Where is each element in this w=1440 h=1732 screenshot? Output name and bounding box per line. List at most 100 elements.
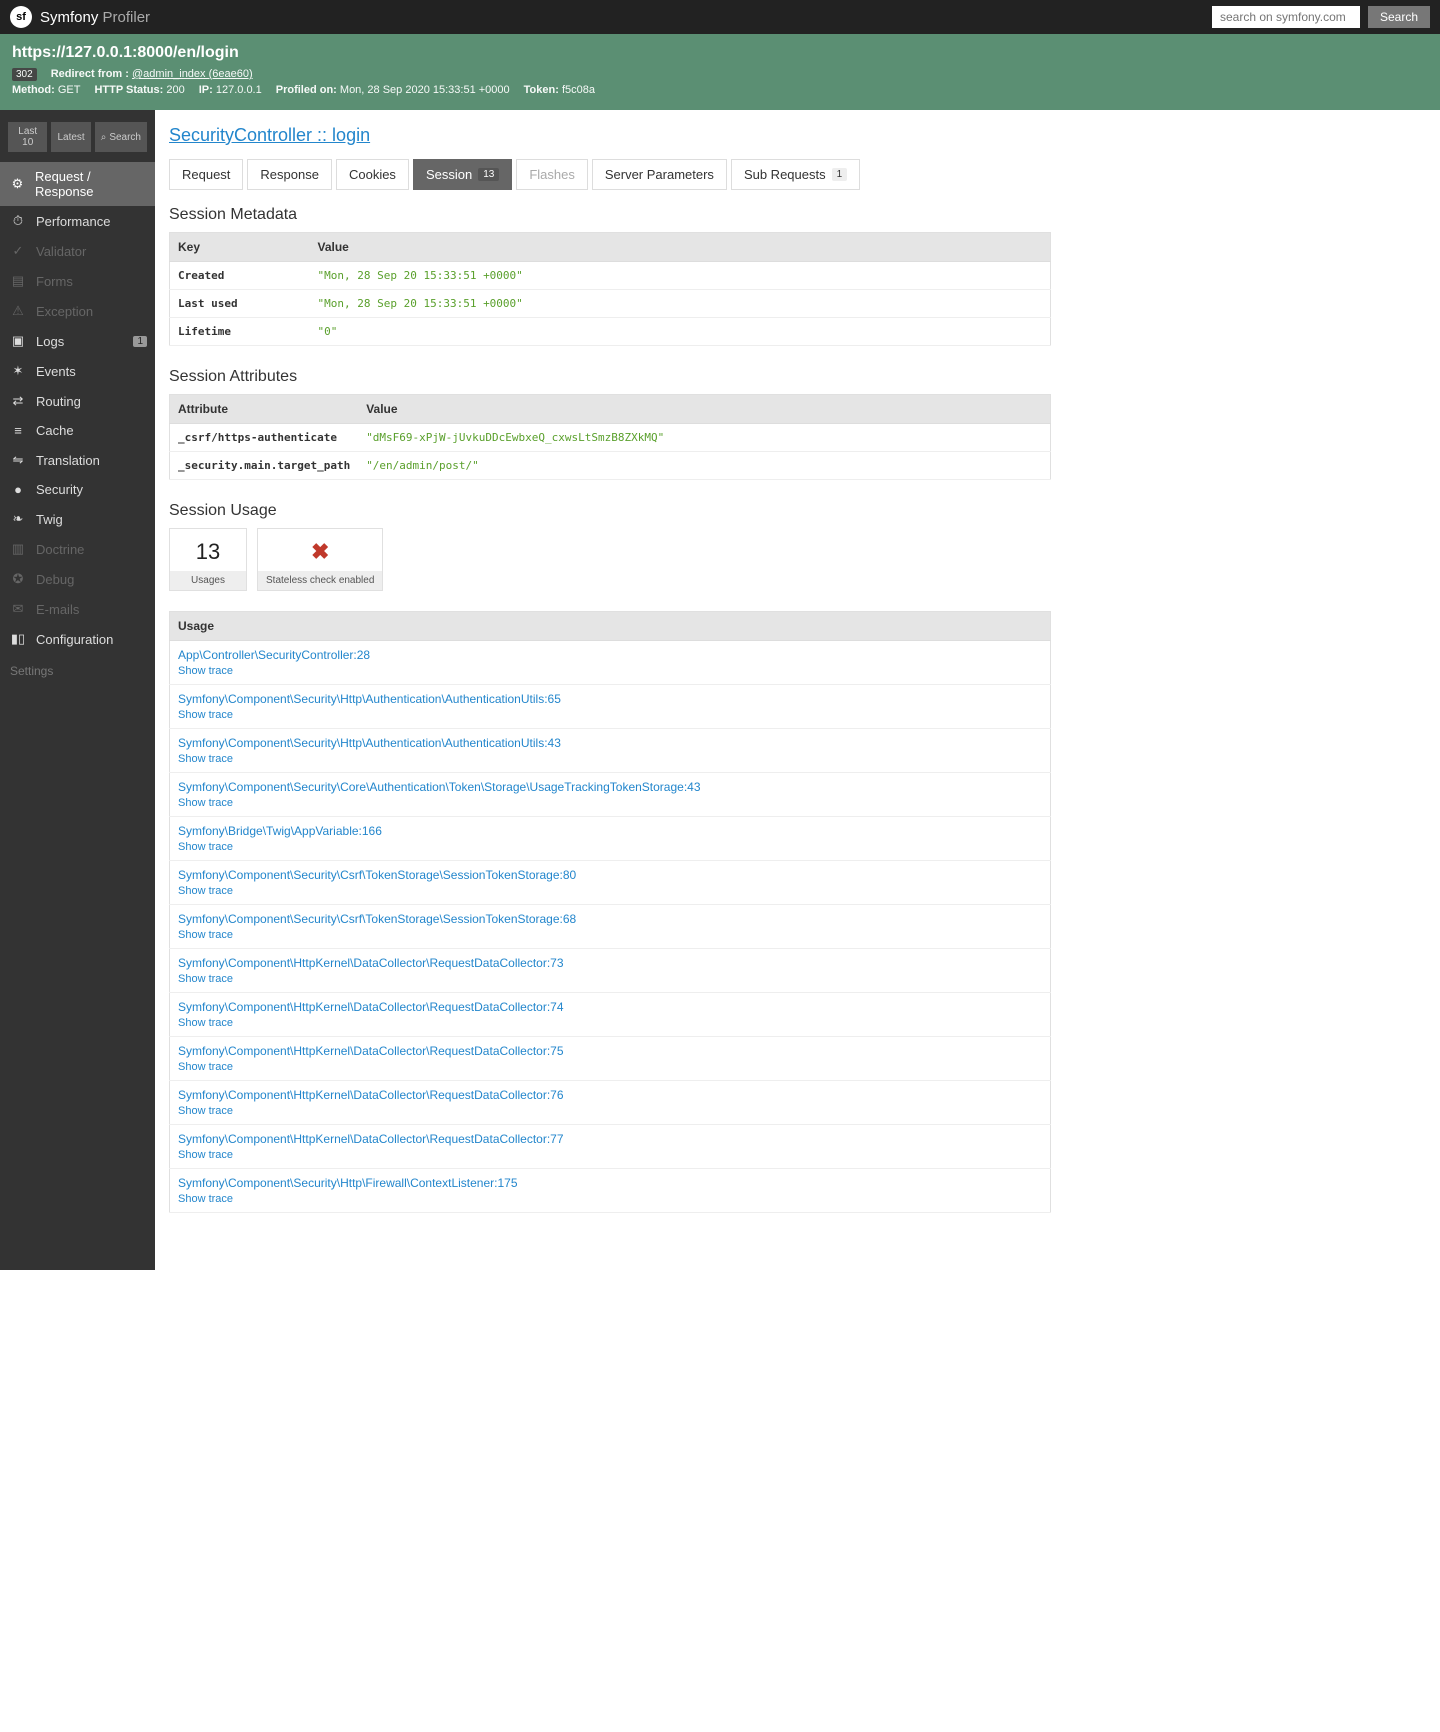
tab-label: Request (182, 167, 230, 182)
last10-button[interactable]: Last 10 (8, 122, 47, 152)
session-attributes-table: Attribute Value _csrf/https-authenticate… (169, 394, 1051, 480)
sidebar-item-doctrine: ▥Doctrine (0, 534, 155, 564)
menu-icon: ▣ (10, 333, 26, 349)
usage-location-link[interactable]: Symfony\Component\HttpKernel\DataCollect… (178, 1044, 564, 1058)
usage-row: Symfony\Component\Security\Http\Firewall… (170, 1169, 1051, 1213)
usage-location-link[interactable]: Symfony\Component\HttpKernel\DataCollect… (178, 1088, 564, 1102)
usage-location-link[interactable]: Symfony\Component\HttpKernel\DataCollect… (178, 956, 564, 970)
tab-label: Sub Requests (744, 167, 826, 182)
sidebar-search-button[interactable]: ⌕Search (95, 122, 147, 152)
tab-cookies[interactable]: Cookies (336, 159, 409, 190)
menu-label: Exception (36, 304, 93, 319)
tab-response[interactable]: Response (247, 159, 332, 190)
show-trace-link[interactable]: Show trace (178, 1149, 1042, 1161)
sidebar-item-events[interactable]: ✶Events (0, 356, 155, 386)
sidebar-item-request-response[interactable]: ⚙ Request / Response (0, 162, 155, 206)
metric-value: 13 (170, 529, 246, 571)
show-trace-link[interactable]: Show trace (178, 885, 1042, 897)
metric-card: ✖Stateless check enabled (257, 528, 383, 591)
section-heading: Session Attributes (169, 368, 1051, 386)
usage-row: Symfony\Component\Security\Csrf\TokenSto… (170, 905, 1051, 949)
main-content: SecurityController :: login Request Respo… (155, 110, 1075, 1270)
usage-location-link[interactable]: Symfony\Bridge\Twig\AppVariable:166 (178, 824, 382, 838)
usage-row: Symfony\Component\HttpKernel\DataCollect… (170, 949, 1051, 993)
show-trace-link[interactable]: Show trace (178, 1193, 1042, 1205)
usage-row: Symfony\Component\Security\Http\Authenti… (170, 685, 1051, 729)
row-value: "0" (310, 318, 1051, 346)
usage-row: Symfony\Component\HttpKernel\DataCollect… (170, 1125, 1051, 1169)
usage-location-link[interactable]: Symfony\Component\HttpKernel\DataCollect… (178, 1132, 564, 1146)
menu-label: Debug (36, 572, 74, 587)
menu-label: Routing (36, 394, 81, 409)
show-trace-link[interactable]: Show trace (178, 665, 1042, 677)
section-heading: Session Metadata (169, 206, 1051, 224)
sidebar-item-logs[interactable]: ▣Logs1 (0, 326, 155, 356)
usage-row: Symfony\Component\Security\Http\Authenti… (170, 729, 1051, 773)
row-key: Lifetime (170, 318, 310, 346)
tab-request[interactable]: Request (169, 159, 243, 190)
menu-icon: ✶ (10, 363, 26, 379)
session-usage-table: Usage App\Controller\SecurityController:… (169, 611, 1051, 1213)
tab-label: Server Parameters (605, 167, 714, 182)
show-trace-link[interactable]: Show trace (178, 973, 1042, 985)
tab-sub-requests[interactable]: Sub Requests 1 (731, 159, 860, 190)
show-trace-link[interactable]: Show trace (178, 841, 1042, 853)
menu-icon: ▮▯ (10, 631, 26, 647)
show-trace-link[interactable]: Show trace (178, 797, 1042, 809)
menu-label: Performance (36, 214, 110, 229)
sidebar-item-security[interactable]: ●Security (0, 475, 155, 504)
menu-label: Cache (36, 423, 74, 438)
usage-location-link[interactable]: App\Controller\SecurityController:28 (178, 648, 370, 662)
usage-location-link[interactable]: Symfony\Component\Security\Csrf\TokenSto… (178, 912, 576, 926)
usage-location-link[interactable]: Symfony\Component\Security\Http\Authenti… (178, 736, 561, 750)
usage-location-link[interactable]: Symfony\Component\Security\Http\Firewall… (178, 1176, 518, 1190)
tab-session[interactable]: Session13 (413, 159, 512, 190)
menu-icon: ⇋ (10, 452, 26, 468)
show-trace-link[interactable]: Show trace (178, 1061, 1042, 1073)
menu-label: Validator (36, 244, 86, 259)
sidebar-item-translation[interactable]: ⇋Translation (0, 445, 155, 475)
tab-flashes: Flashes (516, 159, 588, 190)
latest-button[interactable]: Latest (51, 122, 90, 152)
show-trace-link[interactable]: Show trace (178, 709, 1042, 721)
menu-icon: ≡ (10, 423, 26, 438)
usage-location-link[interactable]: Symfony\Component\Security\Csrf\TokenSto… (178, 868, 576, 882)
usage-location-link[interactable]: Symfony\Component\Security\Http\Authenti… (178, 692, 561, 706)
summary-url: https://127.0.0.1:8000/en/login (12, 44, 1428, 62)
sidebar-item-performance[interactable]: ⏱Performance (0, 206, 155, 236)
row-key: _csrf/https-authenticate (170, 424, 359, 452)
tab-label: Session (426, 167, 472, 182)
tab-server-parameters[interactable]: Server Parameters (592, 159, 727, 190)
magnifier-icon: ⌕ (101, 132, 107, 143)
usage-location-link[interactable]: Symfony\Component\Security\Core\Authenti… (178, 780, 701, 794)
show-trace-link[interactable]: Show trace (178, 1017, 1042, 1029)
cross-icon: ✖ (258, 529, 382, 571)
sidebar-item-debug: ✪Debug (0, 564, 155, 594)
search-input[interactable] (1212, 6, 1360, 28)
menu-label: Logs (36, 334, 64, 349)
redirect-link[interactable]: @admin_index (6eae60) (132, 68, 253, 80)
section-heading: Session Usage (169, 502, 1051, 520)
tab-label: Cookies (349, 167, 396, 182)
tab-badge: 1 (832, 168, 848, 181)
summary-bar: https://127.0.0.1:8000/en/login 302 Redi… (0, 34, 1440, 110)
search-button[interactable]: Search (1368, 6, 1430, 28)
sidebar-item-cache[interactable]: ≡ Cache (0, 416, 155, 445)
usage-row: Symfony\Component\HttpKernel\DataCollect… (170, 1037, 1051, 1081)
settings-link[interactable]: Settings (0, 654, 155, 688)
menu-label: Security (36, 482, 83, 497)
metric-card: 13Usages (169, 528, 247, 591)
usage-location-link[interactable]: Symfony\Component\HttpKernel\DataCollect… (178, 1000, 564, 1014)
row-value: "Mon, 28 Sep 20 15:33:51 +0000" (310, 262, 1051, 290)
controller-title-link[interactable]: SecurityController :: login (169, 125, 370, 145)
menu-icon: ❧ (10, 511, 26, 527)
sidebar-item-routing[interactable]: ⇄ Routing (0, 386, 155, 416)
menu-icon: ⇄ (10, 393, 26, 409)
show-trace-link[interactable]: Show trace (178, 753, 1042, 765)
show-trace-link[interactable]: Show trace (178, 929, 1042, 941)
show-trace-link[interactable]: Show trace (178, 1105, 1042, 1117)
sidebar-item-twig[interactable]: ❧Twig (0, 504, 155, 534)
menu-label: Request / Response (35, 169, 145, 199)
menu-icon: ⚙ (10, 176, 25, 192)
sidebar-item-configuration[interactable]: ▮▯Configuration (0, 624, 155, 654)
